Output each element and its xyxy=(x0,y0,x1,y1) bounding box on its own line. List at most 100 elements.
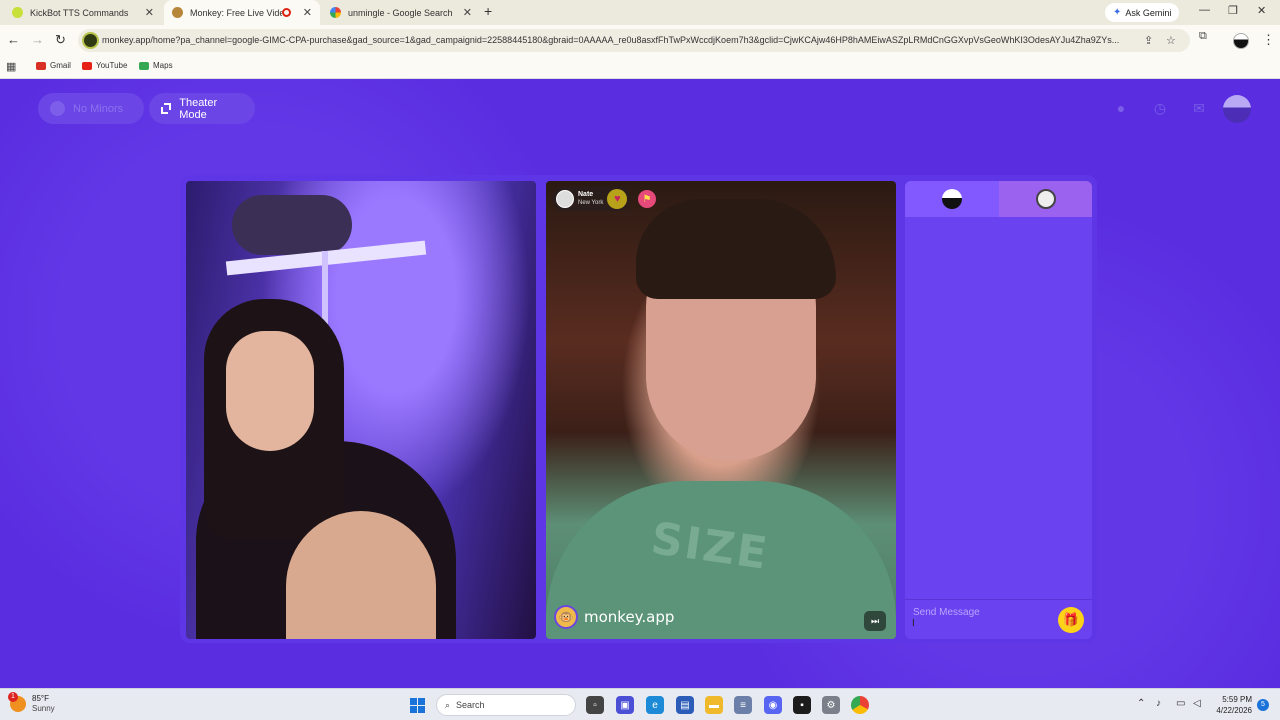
weather-widget[interactable]: 1 85°F Sunny xyxy=(8,692,55,714)
message-input[interactable]: Send Message I 🎁 xyxy=(905,599,1092,639)
tab-title: unmingle - Google Search xyxy=(348,7,453,18)
chat-tab-partner[interactable] xyxy=(999,181,1092,217)
install-app-icon[interactable]: ⇪ xyxy=(1144,34,1153,47)
chat-panel: Send Message I 🎁 xyxy=(905,181,1092,639)
skip-next-icon[interactable]: ⏭ xyxy=(864,611,886,631)
taskbar: 1 85°F Sunny ⌕ Search ▫ ▣ e ▤ ▬ ≡ ◉ ▪ ⚙ … xyxy=(0,688,1280,720)
monkey-favicon-icon xyxy=(172,7,183,18)
terminal-app-icon[interactable]: ▪ xyxy=(793,696,811,714)
weather-temperature: 85°F xyxy=(32,694,49,703)
tab-title: KickBot TTS Commands xyxy=(30,7,129,18)
taskbar-search[interactable]: ⌕ Search xyxy=(436,694,576,716)
maps-icon xyxy=(139,61,149,70)
teams-icon[interactable]: ▣ xyxy=(616,696,634,714)
tab-close-icon[interactable]: ✕ xyxy=(463,6,472,19)
gmail-icon xyxy=(36,61,46,70)
recording-icon xyxy=(281,8,291,17)
search-label: Search xyxy=(456,700,485,710)
self-video: SIZE Nate New York ♥ ⚑ 🐵 monkey.app ⏭ xyxy=(546,181,896,639)
profile-avatar[interactable] xyxy=(1233,33,1249,49)
network-app-icon[interactable]: ≡ xyxy=(734,696,752,714)
gift-button[interactable]: 🎁 xyxy=(1058,607,1084,633)
self-avatar xyxy=(942,189,962,209)
tab-monkey[interactable]: Monkey: Free Live Video Ch ✕ xyxy=(164,0,320,25)
windows-start-icon[interactable] xyxy=(410,698,425,713)
chat-tab-self[interactable] xyxy=(905,181,999,217)
caller-badge[interactable]: Nate New York ♥ xyxy=(552,187,632,211)
heart-icon[interactable]: ♥ xyxy=(607,189,628,209)
apps-grid-icon[interactable]: ▦ xyxy=(6,60,16,73)
chrome-icon[interactable] xyxy=(851,696,869,714)
task-view-icon[interactable]: ▫ xyxy=(586,696,604,714)
caller-name: Nate xyxy=(578,191,594,198)
notification-badge[interactable]: 5 xyxy=(1257,699,1269,711)
site-info-icon[interactable] xyxy=(82,32,99,49)
no-minors-label: No Minors xyxy=(73,102,124,115)
video-chat-stage: SIZE Nate New York ♥ ⚑ 🐵 monkey.app ⏭ Se… xyxy=(180,175,1097,643)
bookmark-maps[interactable]: Maps xyxy=(139,61,173,70)
report-icon[interactable]: ⚑ xyxy=(638,190,656,208)
tab-close-icon[interactable]: ✕ xyxy=(145,6,154,19)
new-tab-button[interactable]: + xyxy=(484,3,492,19)
volume-icon[interactable]: ◁ xyxy=(1193,698,1201,709)
file-explorer-icon[interactable]: ▬ xyxy=(705,696,723,714)
ask-gemini-button[interactable]: ✦ Ask Gemini xyxy=(1105,3,1180,22)
coins-icon[interactable]: ● xyxy=(1111,98,1131,118)
address-bar[interactable]: monkey.app/home?pa_channel=google-GIMC-C… xyxy=(78,29,1190,52)
flowers-decor xyxy=(232,195,352,255)
bookmark-gmail[interactable]: Gmail xyxy=(36,61,71,70)
restore-button[interactable]: ❐ xyxy=(1228,4,1238,17)
bookmark-star-icon[interactable]: ☆ xyxy=(1166,34,1176,47)
weather-text: 85°F Sunny xyxy=(32,694,55,714)
weather-alert-badge: 1 xyxy=(8,692,18,702)
side-panel-icon[interactable]: ⧉ xyxy=(1199,30,1207,43)
minimize-button[interactable]: — xyxy=(1199,4,1210,16)
caller-info: Nate New York xyxy=(578,191,603,207)
discord-icon[interactable]: ◉ xyxy=(764,696,782,714)
text-cursor-icon: I xyxy=(912,618,915,629)
bookmarks-bar: ▦ Gmail YouTube Maps xyxy=(0,56,1280,79)
forward-arrow-icon[interactable]: → xyxy=(31,32,44,47)
sun-icon: 1 xyxy=(8,692,26,712)
back-arrow-icon[interactable]: ← xyxy=(7,32,20,47)
store-icon[interactable]: ▤ xyxy=(676,696,694,714)
edge-icon[interactable]: e xyxy=(646,696,664,714)
remote-video xyxy=(186,181,536,639)
tab-title: Monkey: Free Live Video Ch xyxy=(190,7,282,18)
messages-icon[interactable]: ✉ xyxy=(1189,98,1209,118)
google-favicon-icon xyxy=(330,7,341,18)
theater-mode-button[interactable]: Theater Mode xyxy=(149,93,255,124)
settings-gear-icon[interactable]: ⚙ xyxy=(822,696,840,714)
browser-menu-icon[interactable]: ⋮ xyxy=(1262,32,1275,48)
history-clock-icon[interactable]: ◷ xyxy=(1150,98,1170,118)
tray-overflow-icon[interactable]: ⌃ xyxy=(1137,698,1145,709)
bookmark-label: YouTube xyxy=(96,61,128,70)
monkey-logo-icon: 🐵 xyxy=(554,605,578,629)
reload-icon[interactable]: ↻ xyxy=(55,32,66,48)
tab-strip: KickBot TTS Commands ✕ Monkey: Free Live… xyxy=(0,0,1280,25)
close-window-button[interactable]: ✕ xyxy=(1257,4,1266,17)
monkey-page: No Minors Theater Mode ● ◷ ✉ SIZE Nate N… xyxy=(0,79,1280,688)
tab-kickbot[interactable]: KickBot TTS Commands ✕ xyxy=(4,0,162,25)
tab-google-search[interactable]: unmingle - Google Search ✕ xyxy=(322,0,480,25)
system-clock[interactable]: 5:59 PM 4/22/2026 xyxy=(1212,694,1252,716)
bookmark-label: Gmail xyxy=(50,61,71,70)
kickbot-favicon-icon xyxy=(12,7,23,18)
brand-watermark: 🐵 monkey.app xyxy=(554,605,674,629)
caller-avatar xyxy=(556,190,574,208)
network-icon[interactable]: ▭ xyxy=(1176,698,1185,709)
person-hair xyxy=(636,199,836,299)
caller-location: New York xyxy=(578,200,604,206)
ask-gemini-label: Ask Gemini xyxy=(1125,7,1172,18)
message-placeholder: Send Message xyxy=(913,607,980,618)
clock-date: 4/22/2026 xyxy=(1216,706,1252,715)
url-text: monkey.app/home?pa_channel=google-GIMC-C… xyxy=(102,35,1120,45)
browser-toolbar: ← → ↻ monkey.app/home?pa_channel=google-… xyxy=(0,25,1280,56)
bookmark-youtube[interactable]: YouTube xyxy=(82,61,127,70)
clock-time: 5:59 PM xyxy=(1222,695,1252,704)
tab-close-icon[interactable]: ✕ xyxy=(303,6,312,19)
microphone-icon[interactable]: ♪ xyxy=(1156,698,1161,709)
theater-mode-label: Theater Mode xyxy=(179,96,218,121)
user-avatar[interactable] xyxy=(1223,95,1251,123)
no-minors-toggle[interactable]: No Minors xyxy=(38,93,144,124)
